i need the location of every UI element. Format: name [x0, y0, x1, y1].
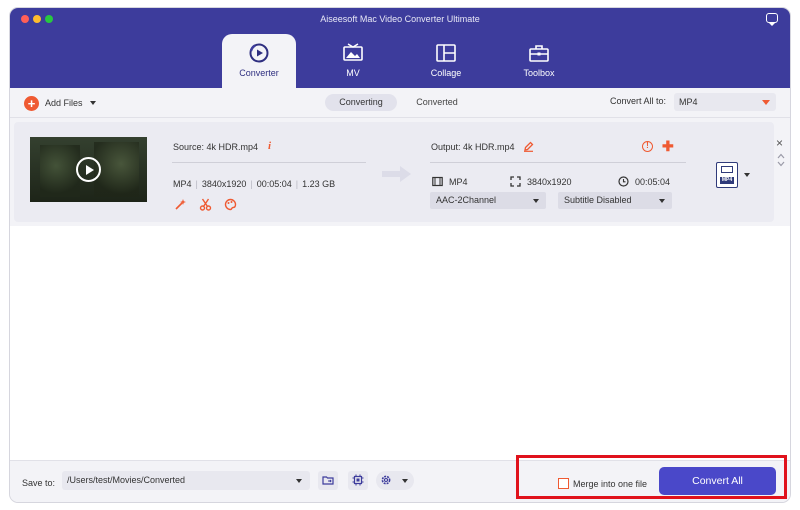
title-bar: Aiseesoft Mac Video Converter Ultimate C… [10, 8, 790, 88]
gpu-icon [352, 474, 364, 486]
toolbar: + Add Files Converting Converted Convert… [10, 88, 790, 118]
converter-icon [249, 43, 269, 63]
folder-icon [322, 476, 334, 485]
chevron-down-icon [533, 199, 539, 203]
source-duration: 00:05:04 [256, 179, 292, 189]
app-window: Aiseesoft Mac Video Converter Ultimate C… [10, 8, 790, 502]
tab-mv-label: MV [346, 68, 360, 78]
remove-file-icon[interactable]: × [776, 137, 783, 149]
video-thumbnail[interactable] [30, 137, 147, 202]
preferences-button[interactable] [376, 471, 414, 490]
chevron-down-icon[interactable] [744, 173, 750, 177]
separator: | [250, 179, 253, 189]
chevron-down-icon [402, 479, 408, 483]
palette-icon[interactable] [224, 198, 237, 211]
tab-converted[interactable]: Converted [407, 94, 467, 111]
clock-icon [618, 176, 629, 187]
source-filename: Source: 4k HDR.mp4 [173, 142, 259, 152]
add-files-label: Add Files [45, 98, 83, 108]
save-path-value: /Users/test/Movies/Converted [67, 475, 186, 485]
info-circle-icon[interactable]: ! [642, 141, 653, 152]
reorder-controls [777, 152, 785, 168]
source-resolution: 3840x1920 [201, 179, 247, 189]
edit-icon[interactable] [523, 141, 534, 152]
cut-icon[interactable] [199, 198, 212, 211]
hardware-acceleration-button[interactable] [348, 471, 368, 490]
feedback-icon[interactable] [766, 13, 778, 26]
chevron-down-icon [296, 479, 302, 483]
separator: | [195, 179, 198, 189]
film-icon [432, 176, 443, 187]
save-path-select[interactable]: /Users/test/Movies/Converted [62, 471, 310, 490]
tab-converter-label: Converter [239, 68, 279, 78]
chevron-down-icon[interactable] [777, 160, 785, 168]
mv-icon [343, 43, 363, 61]
output-duration-info: 00:05:04 [618, 176, 670, 187]
save-to-label: Save to: [22, 478, 56, 488]
tab-toolbox[interactable]: Toolbox [502, 34, 576, 88]
source-size: 1.23 GB [302, 179, 336, 189]
audio-track-value: AAC-2Channel [436, 195, 497, 205]
subtitle-value: Subtitle Disabled [564, 195, 632, 205]
arrow-right-icon [382, 166, 411, 182]
file-list-empty-area [10, 226, 790, 460]
divider [172, 162, 366, 163]
chevron-down-icon [659, 199, 665, 203]
edit-tools [174, 198, 237, 211]
gear-icon [381, 475, 391, 485]
output-filename: Output: 4k HDR.mp4 [431, 142, 515, 152]
output-format: MP4 [449, 176, 468, 187]
chevron-up-icon[interactable] [777, 152, 785, 160]
convert-all-to-label: Convert All to: [610, 96, 667, 106]
info-icon[interactable]: i [268, 140, 271, 152]
source-format: MP4 [173, 179, 192, 189]
window-title: Aiseesoft Mac Video Converter Ultimate [320, 14, 480, 24]
tab-converting[interactable]: Converting [325, 94, 397, 111]
tab-collage[interactable]: Collage [409, 34, 483, 88]
file-item: Source: 4k HDR.mp4 i MP4 | 3840x1920 | 0… [14, 122, 785, 222]
format-badge-text: MP4 [720, 177, 734, 184]
format-badge-frame [721, 166, 733, 173]
open-folder-button[interactable] [318, 471, 338, 490]
resolution-icon [510, 176, 521, 187]
output-resolution-info: 3840x1920 [510, 176, 572, 187]
enhance-icon[interactable] [174, 198, 187, 211]
audio-track-select[interactable]: AAC-2Channel [430, 192, 546, 209]
convert-all-format-value: MP4 [679, 97, 698, 107]
output-format-info: MP4 [432, 176, 468, 187]
output-format-badge[interactable]: MP4 [716, 162, 738, 188]
output-resolution: 3840x1920 [527, 176, 572, 187]
tab-converter[interactable]: Converter [222, 34, 296, 88]
chevron-down-icon[interactable] [89, 101, 96, 105]
add-files-button[interactable]: + Add Files [24, 95, 96, 111]
subtitle-select[interactable]: Subtitle Disabled [558, 192, 672, 209]
divider [430, 162, 686, 163]
toolbox-icon [529, 45, 549, 62]
collage-icon [436, 44, 456, 62]
separator: | [295, 179, 299, 189]
highlight-annotation [516, 455, 787, 499]
chevron-down-icon [762, 100, 770, 105]
convert-all-format-select[interactable]: MP4 [674, 93, 776, 111]
play-icon[interactable] [76, 157, 101, 182]
tab-collage-label: Collage [430, 68, 462, 78]
output-duration: 00:05:04 [635, 176, 671, 187]
tab-mv[interactable]: MV [316, 34, 390, 88]
add-icon: + [24, 95, 39, 111]
tab-toolbox-label: Toolbox [523, 68, 555, 78]
source-meta: MP4 | 3840x1920 | 00:05:04 | 1.23 GB [173, 179, 335, 189]
output-settings-icon[interactable]: ✚ [662, 139, 674, 153]
